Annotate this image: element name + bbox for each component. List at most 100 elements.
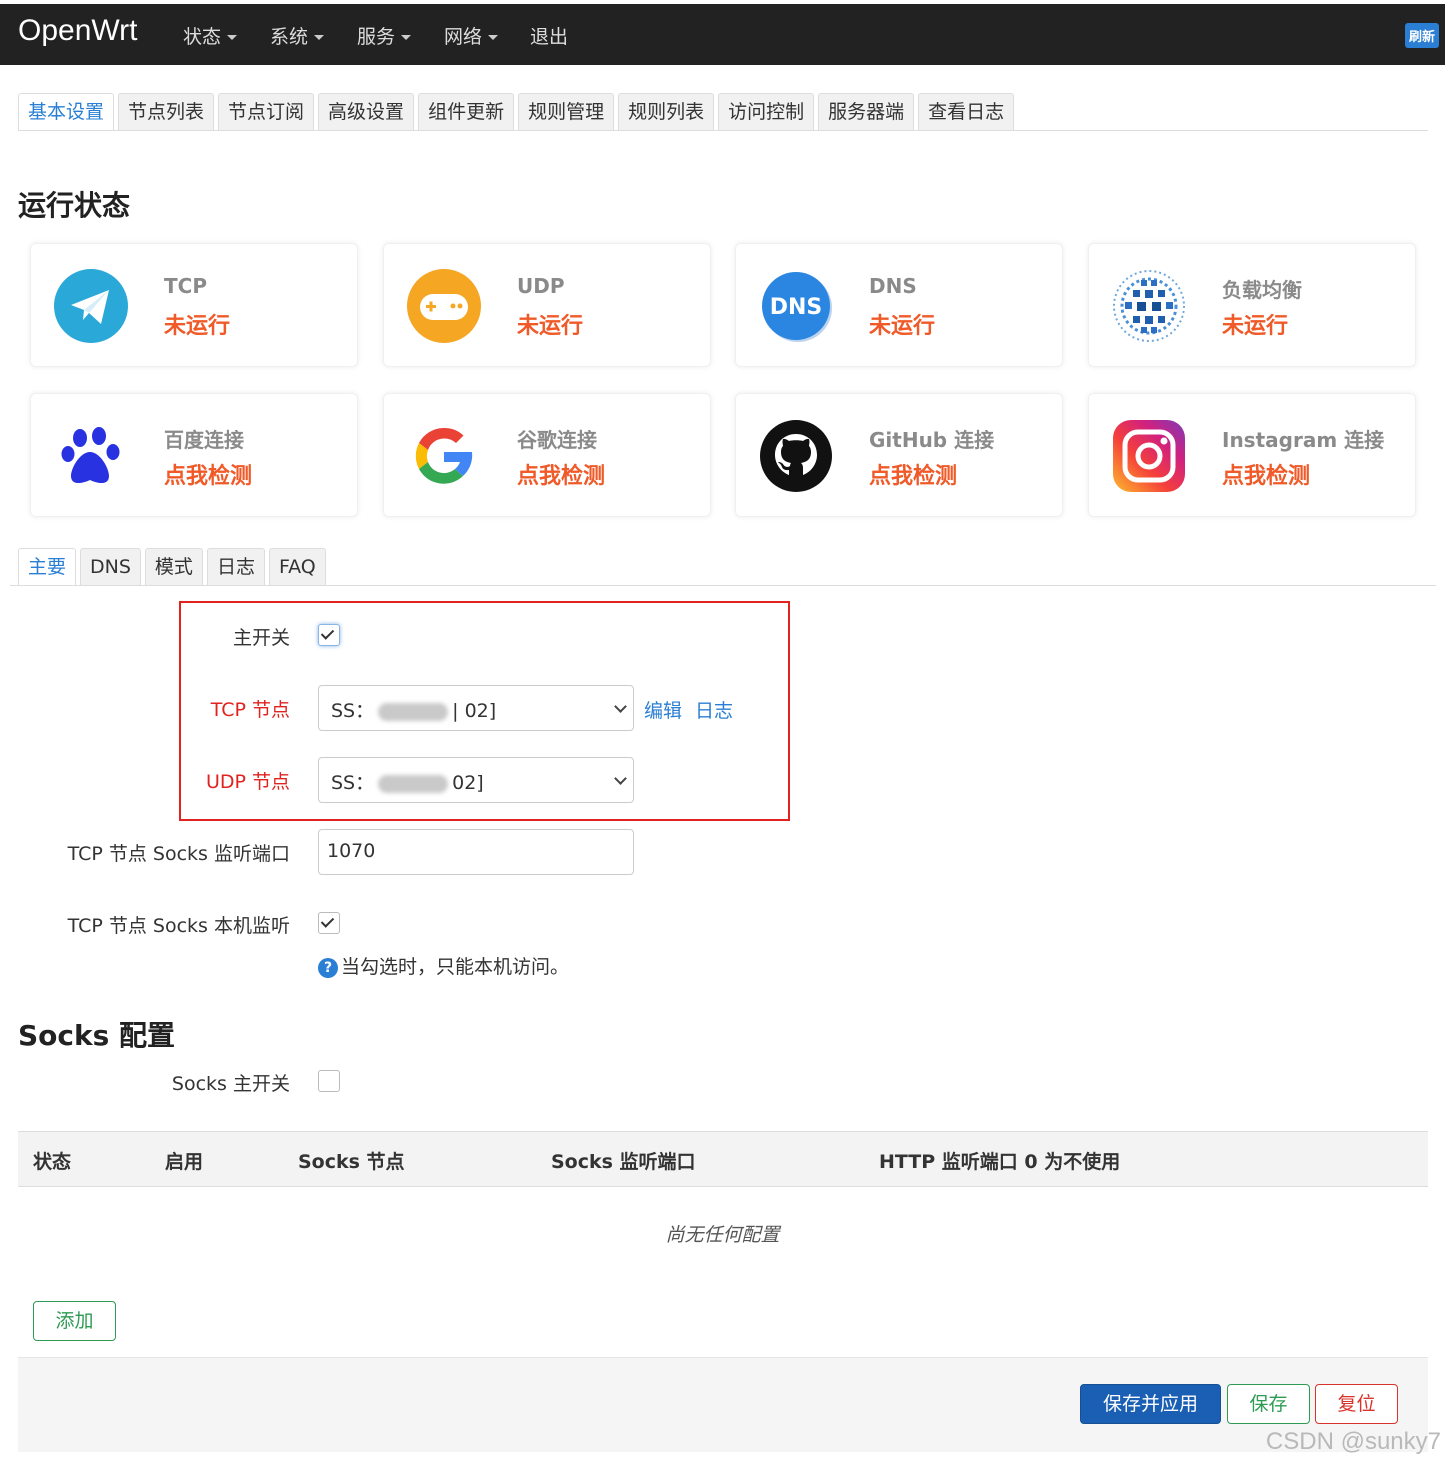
tab-basic-settings[interactable]: 基本设置 <box>18 93 115 131</box>
brand-logo[interactable]: OpenWrt <box>18 14 138 48</box>
menu-network-label: 网络 <box>444 26 483 48</box>
menu-network[interactable]: 网络 <box>444 22 499 49</box>
check-icon <box>320 626 335 640</box>
card-check-link[interactable]: 点我检测 <box>517 458 605 490</box>
tab-node-subscribe[interactable]: 节点订阅 <box>218 93 315 131</box>
check-icon <box>320 914 335 928</box>
main-switch-label: 主开关 <box>232 627 290 649</box>
tab-mode[interactable]: 模式 <box>144 548 203 586</box>
socks-local-checkbox[interactable] <box>318 912 340 934</box>
status-card-dns: DNS DNS 未运行 <box>735 243 1063 367</box>
tab-view-log[interactable]: 查看日志 <box>918 93 1015 131</box>
dns-icon: DNS <box>762 272 832 342</box>
save-apply-button[interactable]: 保存并应用 <box>1080 1384 1221 1424</box>
col-status: 状态 <box>33 1151 72 1173</box>
reset-button[interactable]: 复位 <box>1315 1384 1398 1424</box>
card-check-link[interactable]: 点我检测 <box>869 458 957 490</box>
caret-down-icon <box>488 35 499 40</box>
save-button[interactable]: 保存 <box>1227 1384 1310 1424</box>
menu-system-label: 系统 <box>270 26 309 48</box>
socks-switch-checkbox[interactable] <box>318 1070 340 1092</box>
status-card-udp: UDP 未运行 <box>383 243 711 367</box>
udp-node-prefix: SS： <box>331 772 375 794</box>
card-check-link[interactable]: 点我检测 <box>164 458 252 490</box>
tcp-node-select[interactable]: SS： | 02] <box>318 685 634 731</box>
card-title: UDP <box>517 274 565 298</box>
chevron-down-icon <box>614 700 627 713</box>
card-status: 未运行 <box>517 314 584 339</box>
menu-system[interactable]: 系统 <box>270 22 325 49</box>
tcp-node-suffix: | 02] <box>452 700 497 722</box>
tab-node-list[interactable]: 节点列表 <box>118 93 215 131</box>
col-socks-port: Socks 监听端口 <box>551 1151 696 1173</box>
card-title: TCP <box>164 274 207 298</box>
google-icon <box>415 427 473 484</box>
card-status: 未运行 <box>164 314 231 339</box>
caret-down-icon <box>314 35 325 40</box>
udp-node-select[interactable]: SS： 02] <box>318 757 634 803</box>
tab-components[interactable]: 组件更新 <box>418 93 515 131</box>
tab-access-control[interactable]: 访问控制 <box>718 93 815 131</box>
udp-node-suffix: 02] <box>452 772 484 794</box>
card-status: 未运行 <box>1222 314 1289 339</box>
sub-tabs: 主要 DNS 模式 日志 FAQ <box>18 548 330 586</box>
col-enabled: 启用 <box>165 1151 204 1173</box>
menu-logout[interactable]: 退出 <box>530 22 568 49</box>
refresh-button[interactable]: 刷新 <box>1404 23 1439 48</box>
card-title: Instagram 连接 <box>1222 428 1385 452</box>
card-title: 百度连接 <box>164 428 244 452</box>
socks-switch-label: Socks 主开关 <box>171 1073 290 1095</box>
card-check-link[interactable]: 点我检测 <box>1222 458 1310 490</box>
status-card-baidu[interactable]: 百度连接 点我检测 <box>30 393 358 517</box>
menu-services[interactable]: 服务 <box>357 22 412 49</box>
dns-icon-text: DNS <box>770 295 823 320</box>
col-socks-node: Socks 节点 <box>298 1151 405 1173</box>
status-card-instagram[interactable]: Instagram 连接 点我检测 <box>1088 393 1416 517</box>
redacted-blur <box>378 774 449 793</box>
socks-table-header: 状态 启用 Socks 节点 Socks 监听端口 HTTP 监听端口 0 为不… <box>18 1131 1428 1187</box>
socks-heading: Socks 配置 <box>18 1019 176 1052</box>
card-status: 未运行 <box>869 314 936 339</box>
status-card-github[interactable]: GitHub 连接 点我检测 <box>735 393 1063 517</box>
status-heading: 运行状态 <box>18 189 131 222</box>
tcp-node-prefix: SS： <box>331 700 375 722</box>
status-card-load-balance: 负载均衡 未运行 <box>1088 243 1416 367</box>
socks-port-input[interactable]: 1070 <box>318 829 634 875</box>
watermark: CSDN @sunky7 <box>1265 1428 1441 1455</box>
tab-advanced[interactable]: 高级设置 <box>318 93 415 131</box>
redacted-blur <box>378 702 449 721</box>
navbar: OpenWrt 状态 系统 服务 网络 退出 刷新 <box>0 4 1445 65</box>
col-http-port: HTTP 监听端口 0 为不使用 <box>879 1151 1121 1173</box>
tab-dns[interactable]: DNS <box>80 548 141 586</box>
tab-log[interactable]: 日志 <box>206 548 265 586</box>
udp-node-label: UDP 节点 <box>205 771 290 793</box>
socks-local-label: TCP 节点 Socks 本机监听 <box>67 915 290 937</box>
log-link[interactable]: 日志 <box>695 696 733 723</box>
main-switch-checkbox[interactable] <box>318 624 340 646</box>
card-title: 谷歌连接 <box>517 428 597 452</box>
paper-plane-icon <box>54 269 128 343</box>
add-button[interactable]: 添加 <box>33 1301 116 1341</box>
tab-main[interactable]: 主要 <box>18 548 77 586</box>
status-card-tcp: TCP 未运行 <box>30 243 358 367</box>
baidu-icon <box>61 427 120 484</box>
status-card-google[interactable]: 谷歌连接 点我检测 <box>383 393 711 517</box>
edit-link[interactable]: 编辑 <box>644 696 682 723</box>
menu-status[interactable]: 状态 <box>183 22 238 49</box>
github-icon <box>760 420 832 492</box>
tab-rule-manage[interactable]: 规则管理 <box>518 93 615 131</box>
empty-table-text: 尚无任何配置 <box>665 1224 780 1246</box>
help-icon: ? <box>318 958 338 978</box>
gamepad-icon <box>407 269 481 343</box>
tab-faq[interactable]: FAQ <box>268 548 326 586</box>
instagram-icon <box>1113 420 1185 492</box>
caret-down-icon <box>401 35 412 40</box>
socks-local-help: ? 当勾选时，只能本机访问。 <box>318 952 569 979</box>
socks-port-label: TCP 节点 Socks 监听端口 <box>67 843 290 865</box>
tab-rule-list[interactable]: 规则列表 <box>618 93 715 131</box>
caret-down-icon <box>227 35 238 40</box>
menu-services-label: 服务 <box>357 26 396 48</box>
tab-server[interactable]: 服务器端 <box>818 93 915 131</box>
card-title: GitHub 连接 <box>869 428 995 452</box>
tab-divider <box>18 130 1428 131</box>
